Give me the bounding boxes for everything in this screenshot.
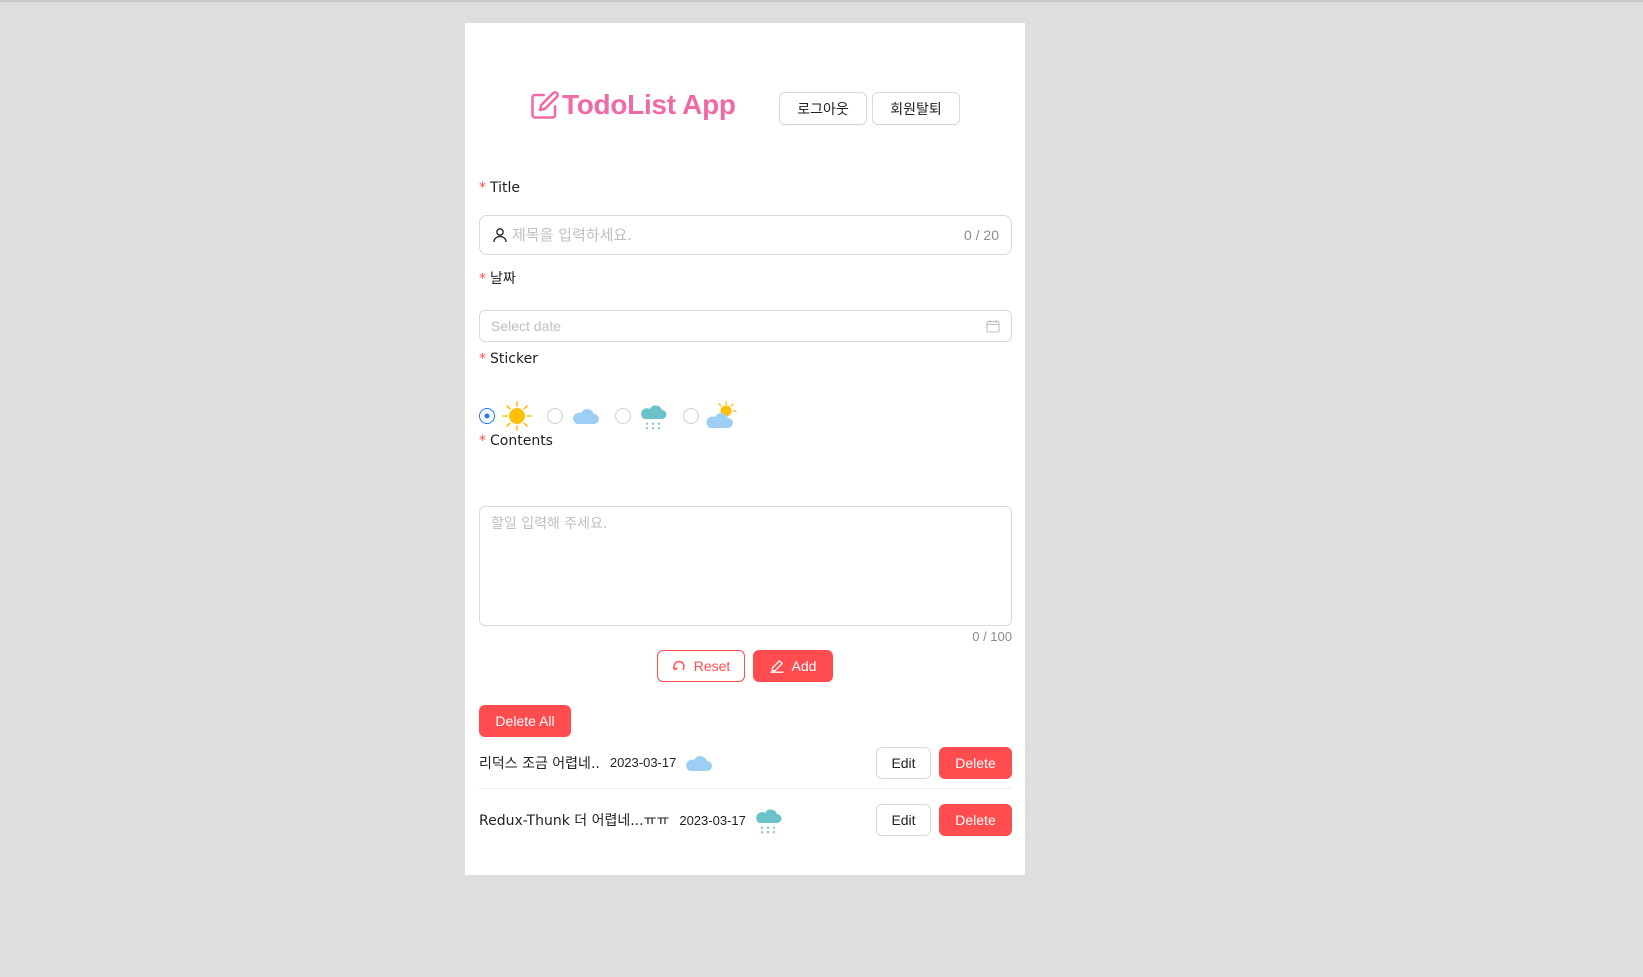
- cloud-icon: [686, 755, 713, 771]
- delete-all-button[interactable]: Delete All: [479, 705, 571, 737]
- app-header: TodoList App 로그아웃 회원탈퇴: [465, 83, 1025, 133]
- contents-label: * Contents: [479, 433, 553, 449]
- title-field[interactable]: 0 / 20: [479, 215, 1012, 255]
- cloud-icon: [573, 409, 599, 424]
- sticker-label: * Sticker: [479, 351, 538, 367]
- user-icon: [493, 228, 507, 243]
- logout-button[interactable]: 로그아웃: [779, 92, 867, 125]
- date-input[interactable]: [491, 318, 986, 334]
- todo-title: Redux-Thunk 더 어렵네...ㅠㅠ: [479, 813, 670, 829]
- todo-card: TodoList App 로그아웃 회원탈퇴 *Title 0 / 20 *날짜…: [465, 23, 1025, 875]
- contents-counter: 0 / 100: [972, 629, 1012, 644]
- app-title: TodoList App: [562, 89, 736, 120]
- sticker-radio-partly-cloudy[interactable]: [683, 408, 699, 424]
- required-mark: *: [479, 180, 486, 196]
- todo-actions: Edit Delete: [876, 746, 1012, 779]
- reset-button[interactable]: Reset: [657, 650, 745, 682]
- sticker-radio-cloudy[interactable]: [547, 408, 563, 424]
- todo-date: 2023-03-17: [609, 755, 677, 770]
- rain-cloud-icon: [641, 405, 667, 430]
- title-label-text: Title: [490, 180, 521, 196]
- add-label: Add: [791, 658, 817, 674]
- title-counter: 0 / 20: [963, 227, 999, 243]
- todo-title: 리덕스 조금 어렵네..: [479, 755, 600, 772]
- todo-date: 2023-03-17: [679, 812, 746, 828]
- sticker-radio-rainy[interactable]: [615, 408, 631, 424]
- contents-label-text: Contents: [490, 433, 553, 449]
- withdraw-button[interactable]: 회원탈퇴: [872, 92, 960, 125]
- app-logo: TodoList App: [530, 85, 736, 125]
- date-label: * 날짜: [479, 268, 516, 288]
- sticker-radio-group: [479, 396, 751, 436]
- edit-icon: [531, 91, 559, 119]
- sticker-option-cloudy[interactable]: [547, 400, 601, 432]
- contents-field[interactable]: [479, 506, 1012, 626]
- sun-icon: [502, 401, 532, 431]
- reset-label: Reset: [693, 658, 731, 674]
- sticker-option-sunny[interactable]: [479, 400, 533, 432]
- required-mark: *: [479, 271, 486, 287]
- required-mark: *: [479, 433, 486, 449]
- sticker-option-rainy[interactable]: [615, 400, 669, 432]
- add-button[interactable]: Add: [753, 650, 833, 682]
- todo-item: Redux-Thunk 더 어렵네...ㅠㅠ 2023-03-17 Edit D…: [479, 794, 1012, 846]
- edit-button[interactable]: Edit: [876, 804, 931, 836]
- todo-item: 리덕스 조금 어렵네.. 2023-03-17 Edit Delete: [479, 737, 1012, 789]
- date-picker[interactable]: [479, 310, 1012, 342]
- required-mark: *: [479, 351, 486, 367]
- rain-cloud-icon: [756, 809, 782, 834]
- title-label: * Title: [479, 180, 520, 196]
- sticker-option-partly-cloudy[interactable]: [683, 400, 737, 432]
- date-label-text: 날짜: [490, 271, 516, 287]
- calendar-icon[interactable]: [986, 319, 1000, 333]
- delete-button[interactable]: Delete: [939, 804, 1012, 836]
- top-border: [0, 0, 1643, 2]
- partly-cloudy-icon: [706, 401, 737, 428]
- title-input[interactable]: [512, 226, 964, 244]
- edit-button[interactable]: Edit: [876, 746, 931, 779]
- pencil-icon: [769, 660, 784, 673]
- sticker-radio-sunny[interactable]: [479, 408, 495, 424]
- sticker-label-text: Sticker: [490, 351, 538, 367]
- todo-actions: Edit Delete: [876, 804, 1012, 836]
- delete-button[interactable]: Delete: [939, 746, 1012, 779]
- undo-icon: [672, 660, 685, 671]
- contents-textarea[interactable]: [491, 513, 1000, 619]
